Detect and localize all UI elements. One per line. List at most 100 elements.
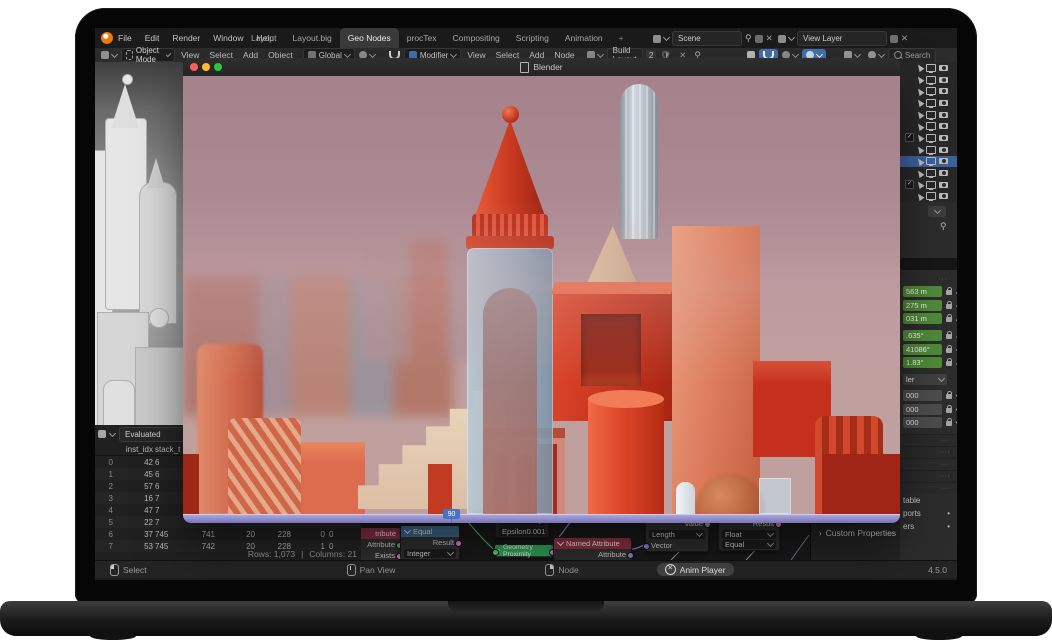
render-visibility-icon[interactable] [939, 135, 948, 141]
workspace-tab[interactable]: Geo Nodes [340, 28, 399, 48]
new-view-layer-icon[interactable] [890, 35, 898, 43]
selectable-toggle-icon[interactable] [916, 168, 925, 177]
lock-icon[interactable] [946, 304, 952, 309]
workspace-tab[interactable]: Layout.big [285, 28, 340, 48]
render-window-titlebar[interactable]: Blender [183, 58, 900, 77]
outliner-row[interactable]: ✓ [900, 179, 957, 191]
render-visibility-icon[interactable] [939, 193, 948, 199]
compare-equal-node[interactable]: Equal Result Integer [400, 525, 460, 560]
selectable-toggle-icon[interactable] [916, 157, 925, 166]
visibility-row[interactable]: ers• [900, 520, 957, 533]
object-dropdown-button[interactable] [928, 206, 946, 217]
socket[interactable] [627, 552, 634, 559]
scale-value-field[interactable]: 000 [903, 390, 942, 401]
keyframe-dot-icon[interactable]: • [947, 522, 950, 531]
app-menu-item[interactable]: Edit [145, 33, 160, 43]
outliner-row[interactable]: ✓ [900, 132, 957, 144]
outliner-row[interactable]: ✓ [900, 144, 957, 156]
epsilon-field[interactable]: Epsilon0.001 [499, 527, 545, 536]
viewport-visibility-icon[interactable] [926, 87, 936, 95]
lock-icon[interactable] [946, 394, 952, 399]
viewport-visibility-icon[interactable] [926, 64, 936, 72]
keyframe-diamond-icon[interactable]: ◇ [956, 333, 957, 341]
pin-icon[interactable]: ⚲ [745, 33, 752, 44]
app-menu-item[interactable]: Window [213, 33, 243, 43]
lock-icon[interactable] [946, 348, 952, 353]
view-layer-name-field[interactable]: View Layer [797, 31, 887, 46]
outliner-row[interactable]: ✓ [900, 85, 957, 97]
visibility-row[interactable]: ports• [900, 507, 957, 520]
unlink-scene-icon[interactable]: ✕ [766, 33, 773, 44]
location-value-field[interactable]: 563 m [903, 286, 942, 297]
checkbox[interactable]: ✓ [905, 180, 914, 189]
visibility-row[interactable]: table• [900, 494, 957, 507]
viewport-visibility-icon[interactable] [926, 134, 936, 142]
render-visibility-icon[interactable] [939, 65, 948, 71]
named-attribute-node-clipped[interactable]: tribute Attribute Exists [361, 527, 401, 560]
render-visibility-icon[interactable] [939, 123, 948, 129]
geometry-proximity-node[interactable]: ›Geometry Proximity [494, 544, 554, 558]
column-header[interactable]: inst_idx [116, 445, 153, 454]
datatype-dropdown[interactable]: Float [722, 530, 776, 539]
rotation-value-field[interactable]: 1.83° [903, 357, 942, 368]
remove-view-layer-icon[interactable]: ✕ [901, 33, 908, 44]
outliner-row[interactable]: ✓ [900, 167, 957, 179]
keyframe-dot-icon[interactable]: • [956, 393, 957, 400]
rotation-value-field[interactable]: 41086° [903, 344, 942, 355]
collapsed-panel-header[interactable]: ··· [900, 482, 957, 494]
breadcrumb-bar[interactable] [900, 258, 957, 270]
viewport-visibility-icon[interactable] [926, 122, 936, 130]
viewport-visibility-icon[interactable] [926, 192, 936, 200]
keyframe-dot-icon[interactable]: • [947, 509, 950, 518]
lock-icon[interactable] [946, 421, 952, 426]
keyframe-diamond-icon[interactable]: ◇ [956, 316, 957, 324]
selectable-toggle-icon[interactable] [916, 110, 925, 119]
outliner-row[interactable]: ✓ [900, 97, 957, 109]
chevron-down-icon[interactable] [788, 34, 795, 41]
checkbox[interactable]: ✓ [905, 133, 914, 142]
viewport-visibility-icon[interactable] [926, 181, 936, 189]
app-menu-item[interactable]: File [118, 33, 132, 43]
chevron-down-icon[interactable] [663, 34, 670, 41]
scale-value-field[interactable]: 000 [903, 404, 942, 415]
pin-icon[interactable]: ⚲ [940, 221, 947, 232]
operation-dropdown[interactable]: Length [649, 530, 705, 539]
viewport-editor-type-button[interactable] [97, 49, 121, 61]
keyframe-dot-icon[interactable]: • [956, 420, 957, 427]
selectable-toggle-icon[interactable] [916, 63, 925, 72]
operation-dropdown[interactable]: Equal [722, 540, 776, 549]
scene-icon[interactable] [653, 35, 661, 43]
lock-icon[interactable] [946, 290, 952, 295]
selectable-toggle-icon[interactable] [916, 145, 925, 154]
render-visibility-icon[interactable] [939, 77, 948, 83]
viewport-visibility-icon[interactable] [926, 169, 936, 177]
viewport-visibility-icon[interactable] [926, 146, 936, 154]
column-header[interactable]: stack_t [153, 445, 177, 454]
frame-marker[interactable]: 90 [443, 509, 460, 519]
lock-icon[interactable] [946, 408, 952, 413]
outliner-row[interactable]: ✓ [900, 109, 957, 121]
workspace-tab[interactable]: Animation [557, 28, 611, 48]
location-value-field[interactable]: 031 m [903, 313, 942, 324]
rotation-mode-dropdown[interactable]: ler [903, 374, 947, 385]
keyframe-diamond-icon[interactable]: ◇ [956, 346, 957, 354]
rotation-value-field[interactable]: .635° [903, 330, 942, 341]
viewport-visibility-icon[interactable] [926, 99, 936, 107]
outliner-row[interactable]: ✓ [900, 120, 957, 132]
workspace-tab[interactable]: procTex [399, 28, 445, 48]
viewport-visibility-icon[interactable] [926, 157, 936, 165]
render-visibility-icon[interactable] [939, 100, 948, 106]
selectable-toggle-icon[interactable] [916, 133, 925, 142]
viewport-visibility-icon[interactable] [926, 111, 936, 119]
render-visibility-icon[interactable] [939, 88, 948, 94]
outliner-row[interactable]: ✓ [900, 156, 957, 168]
render-visibility-icon[interactable] [939, 182, 948, 188]
keyframe-diamond-icon[interactable]: ◇ [956, 360, 957, 368]
scene-name-field[interactable]: Scene [672, 31, 742, 46]
workspace-tab[interactable]: Scripting [508, 28, 557, 48]
app-menu-item[interactable]: Render [172, 33, 200, 43]
custom-properties-panel[interactable]: ›Custom Properties [819, 528, 896, 538]
new-scene-icon[interactable] [755, 35, 763, 43]
render-visibility-icon[interactable] [939, 170, 948, 176]
lock-icon[interactable] [946, 361, 952, 366]
